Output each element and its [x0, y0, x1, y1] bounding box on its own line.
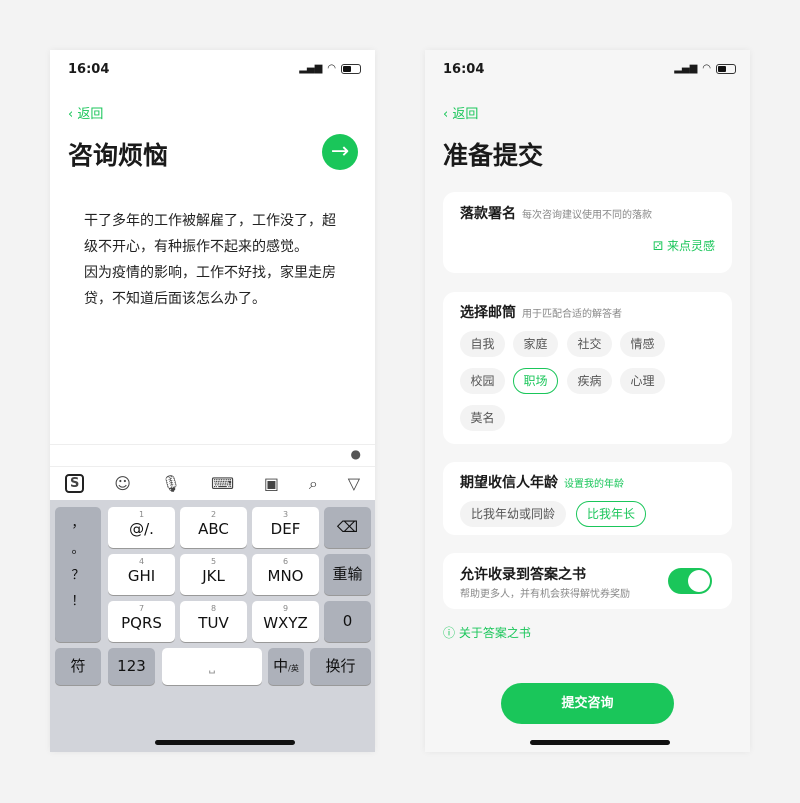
answer-book-card: 允许收录到答案之书 帮助更多人，并有机会获得解忧券奖励: [443, 553, 732, 609]
wifi-icon: ◠: [327, 63, 336, 74]
space-key[interactable]: ⎵: [162, 648, 262, 685]
status-time: 16:04: [68, 62, 110, 77]
question-key[interactable]: ？: [55, 563, 101, 589]
comma-key[interactable]: ，: [55, 511, 101, 537]
keyboard-top-strip: ●: [50, 444, 375, 466]
back-label: 返回: [452, 107, 479, 122]
mailbox-hint: 用于匹配合适的解答者: [522, 309, 622, 320]
tag-option[interactable]: 疾病: [567, 368, 612, 394]
signal-icon: ▂▄▆: [299, 63, 323, 74]
page-title: 准备提交: [443, 141, 544, 170]
newline-key[interactable]: 换行: [310, 648, 371, 685]
key-2[interactable]: 2 ABC: [180, 507, 247, 548]
status-icons: ▂▄▆ ◠: [299, 63, 361, 74]
collapse-keyboard-icon[interactable]: ▽: [348, 474, 360, 493]
age-label: 期望收信人年龄 设置我的年龄: [460, 475, 624, 491]
battery-icon: [716, 63, 736, 74]
microphone-icon[interactable]: 🎙︎: [161, 474, 181, 493]
key-5[interactable]: 5 JKL: [180, 554, 247, 595]
mailbox-card: 选择邮筒 用于匹配合适的解答者 自我 家庭 社交 情感 校园 职场 疾病 心理 莫…: [443, 292, 732, 444]
status-time: 16:04: [443, 62, 485, 77]
key-1[interactable]: 1 @/.: [108, 507, 175, 548]
help-circle-icon: ⓘ: [443, 626, 456, 640]
key-3[interactable]: 3 DEF: [252, 507, 319, 548]
search-icon[interactable]: ⌕: [309, 474, 318, 494]
content-textarea[interactable]: 干了多年的工作被解雇了，工作没了，超 级不开心，有种振作不起来的感觉。 因为疫情…: [68, 184, 357, 444]
battery-icon: [341, 63, 361, 74]
left-phone-screen: 16:04 ▂▄▆ ◠ ‹ 返回 咨询烦恼 → 干了多年的工作被解雇了，工作没了，…: [50, 50, 375, 752]
punctuation-column[interactable]: ， 。 ？ ！: [55, 507, 101, 642]
age-card: 期望收信人年龄 设置我的年龄 比我年幼或同龄 比我年长: [443, 462, 732, 535]
age-option-selected[interactable]: 比我年长: [576, 501, 646, 527]
tag-option[interactable]: 莫名: [460, 405, 505, 431]
back-button[interactable]: ‹ 返回: [443, 103, 478, 122]
backspace-icon: ⌫: [336, 518, 359, 536]
next-button[interactable]: →: [322, 134, 358, 170]
symbols-key[interactable]: 符: [55, 648, 101, 685]
content-line: 贷，不知道后面该怎么办了。: [84, 291, 266, 307]
tag-option[interactable]: 自我: [460, 331, 505, 357]
exclaim-key[interactable]: ！: [55, 589, 101, 615]
back-button[interactable]: ‹ 返回: [68, 103, 103, 122]
key-8[interactable]: 8 TUV: [180, 601, 247, 642]
tag-option[interactable]: 校园: [460, 368, 505, 394]
arrow-right-icon: →: [330, 139, 350, 164]
answer-book-desc: 帮助更多人，并有机会获得解忧券奖励: [460, 589, 630, 600]
tag-option[interactable]: 社交: [567, 331, 612, 357]
backspace-key[interactable]: ⌫: [324, 507, 371, 548]
space-mic-icon: ⎵: [208, 656, 215, 674]
back-label: 返回: [77, 107, 104, 122]
reinput-key[interactable]: 重输: [324, 554, 371, 595]
age-option[interactable]: 比我年幼或同龄: [460, 501, 566, 527]
signature-card: 落款署名 每次咨询建议使用不同的落款 ⚂ 来点灵感: [443, 192, 732, 273]
home-indicator: [155, 740, 295, 745]
key-9[interactable]: 9 WXYZ: [252, 601, 319, 642]
sogou-logo-icon[interactable]: S: [64, 474, 85, 493]
dice-icon: ⚂: [652, 239, 664, 253]
key-4[interactable]: 4 GHI: [108, 554, 175, 595]
about-answer-book-link[interactable]: ⓘ 关于答案之书: [443, 624, 531, 641]
content-line: 干了多年的工作被解雇了，工作没了，超: [84, 213, 336, 229]
clipboard-icon[interactable]: ▣: [264, 474, 279, 493]
period-key[interactable]: 。: [55, 537, 101, 563]
content-line: 因为疫情的影响，工作不好找，家里走房: [84, 265, 336, 281]
signal-icon: ▂▄▆: [674, 63, 698, 74]
tag-option[interactable]: 心理: [620, 368, 665, 394]
emoji-icon[interactable]: ☺: [114, 474, 131, 493]
set-my-age-link[interactable]: 设置我的年龄: [564, 479, 624, 490]
home-indicator: [530, 740, 670, 745]
page-title: 咨询烦恼: [68, 141, 169, 170]
mascot-icon[interactable]: ●: [351, 447, 361, 461]
key-0[interactable]: 0: [324, 601, 371, 642]
keyboard-toolbar: S ☺ 🎙︎ ⌨ ▣ ⌕ ▽: [50, 466, 375, 500]
tag-option[interactable]: 家庭: [513, 331, 558, 357]
signature-hint: 每次咨询建议使用不同的落款: [522, 210, 652, 221]
language-key[interactable]: 中/英: [268, 648, 304, 685]
submit-button[interactable]: 提交咨询: [501, 683, 674, 724]
answer-book-label: 允许收录到答案之书: [460, 567, 586, 583]
key-6[interactable]: 6 MNO: [252, 554, 319, 595]
numbers-key[interactable]: 123: [108, 648, 155, 685]
keyboard-icon[interactable]: ⌨: [211, 474, 234, 493]
inspire-button[interactable]: ⚂ 来点灵感: [653, 237, 715, 254]
answer-book-toggle[interactable]: [668, 568, 712, 594]
wifi-icon: ◠: [702, 63, 711, 74]
key-7[interactable]: 7 PQRS: [108, 601, 175, 642]
content-line: 级不开心，有种振作不起来的感觉。: [84, 239, 308, 255]
mailbox-label: 选择邮筒 用于匹配合适的解答者: [460, 305, 622, 321]
status-icons: ▂▄▆ ◠: [674, 63, 736, 74]
tag-option[interactable]: 情感: [620, 331, 665, 357]
keyboard: ， 。 ？ ！ 1 @/. 2 ABC 3 DEF ⌫ 4 GHI 5 JKL 6 MNO …: [50, 500, 375, 752]
right-phone-screen: 16:04 ▂▄▆ ◠ ‹ 返回 准备提交 落款署名 每次咨询建议使用不同的落款 ⚂…: [425, 50, 750, 752]
tag-option-selected[interactable]: 职场: [513, 368, 558, 394]
signature-label: 落款署名 每次咨询建议使用不同的落款: [460, 206, 652, 222]
